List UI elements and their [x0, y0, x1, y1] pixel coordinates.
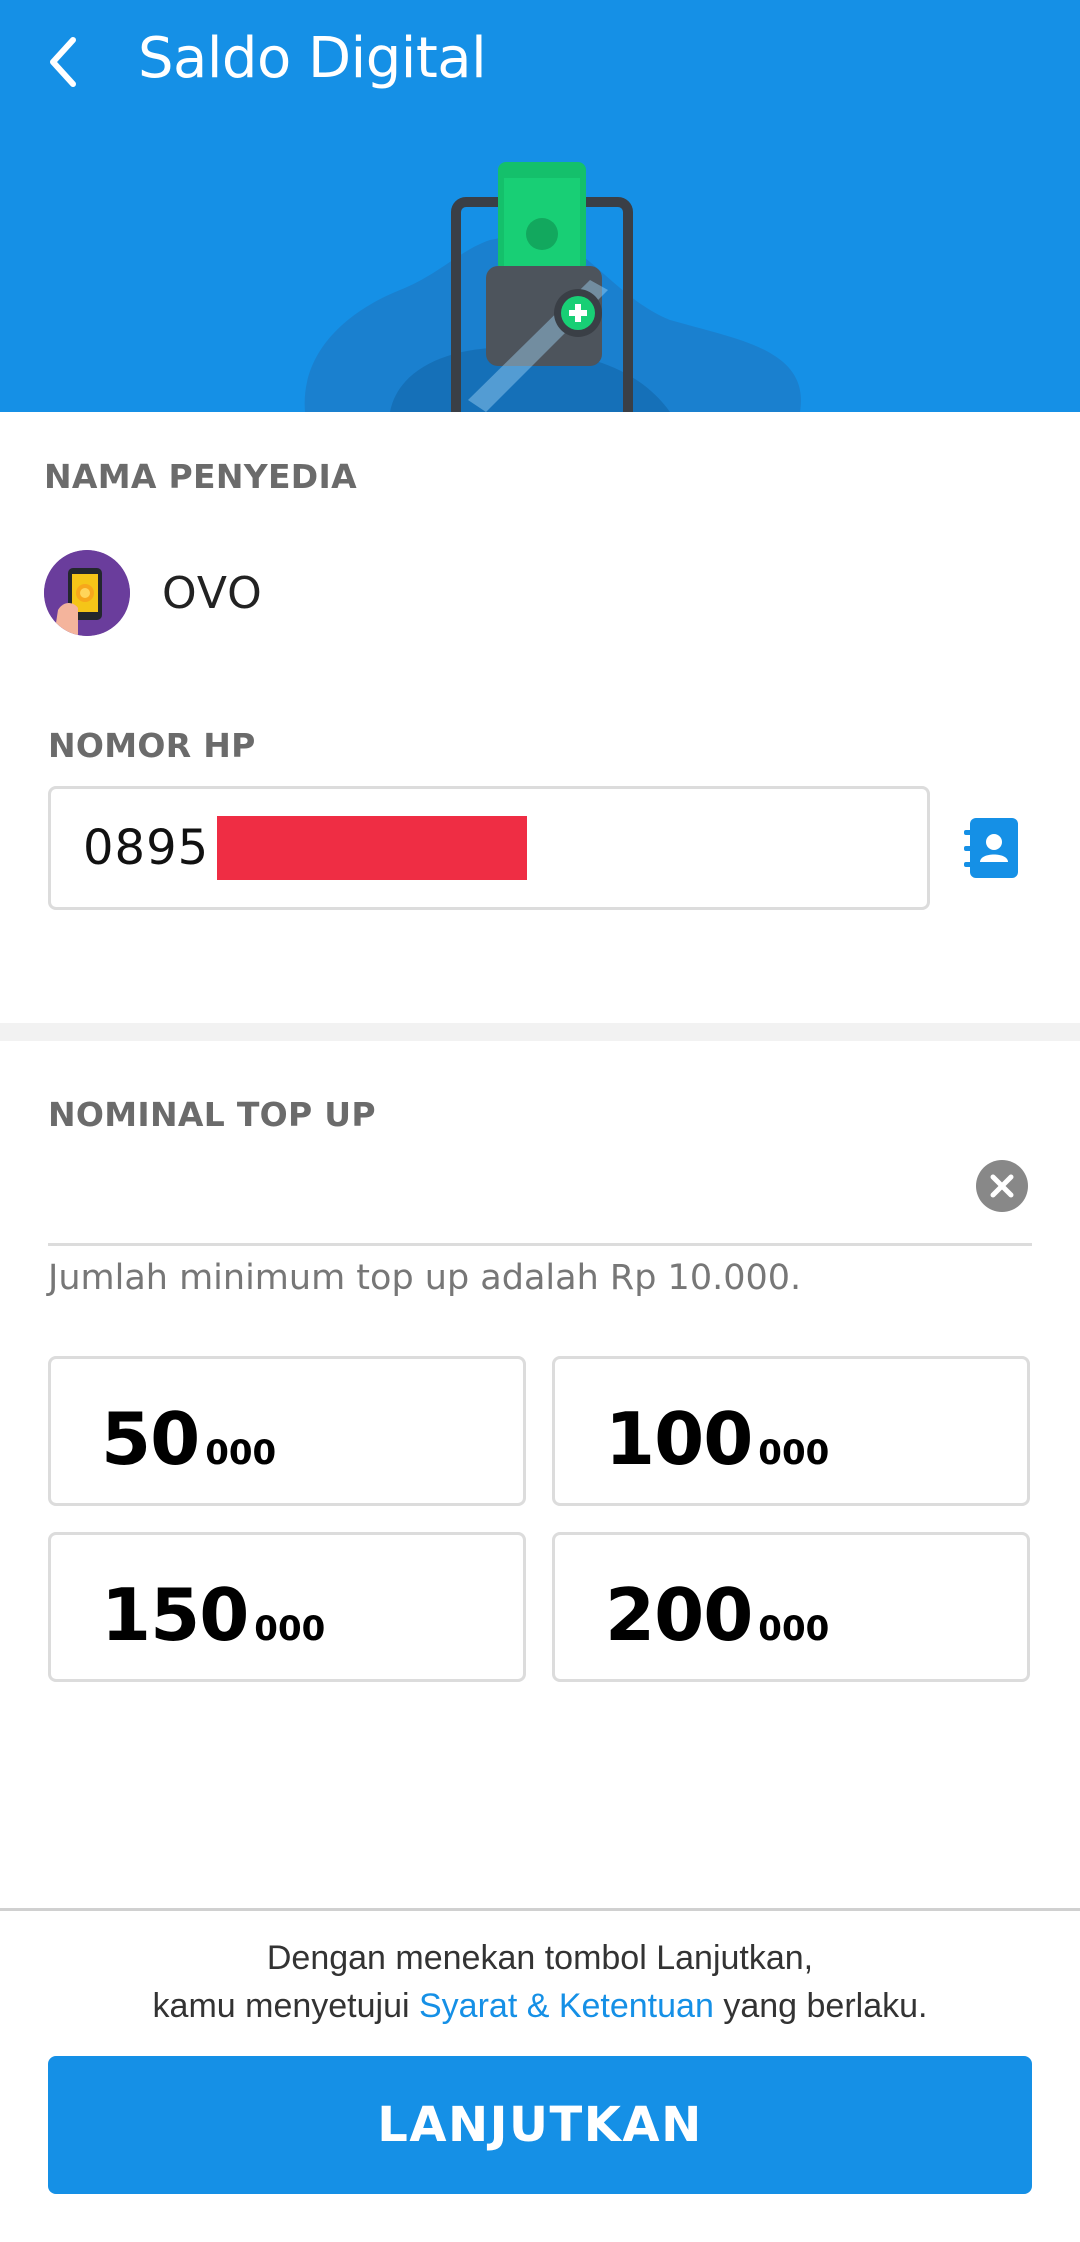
footer-divider	[0, 1908, 1080, 1911]
clear-icon	[990, 1174, 1014, 1198]
nominal-label: NOMINAL TOP UP	[48, 1095, 376, 1134]
terms-link[interactable]: Syarat & Ketentuan	[419, 1987, 714, 2025]
contact-book-icon	[964, 818, 1018, 878]
back-arrow-icon	[50, 37, 76, 87]
amount-option-50000[interactable]: 50 000	[48, 1356, 526, 1506]
section-divider	[0, 1023, 1080, 1041]
phone-number-input[interactable]: 0895	[48, 786, 930, 910]
header-banner: Saldo Digital	[0, 0, 1080, 412]
phone-number-value: 0895	[83, 820, 210, 876]
amount-option-100000[interactable]: 100 000	[552, 1356, 1030, 1506]
ovo-logo-icon	[44, 550, 130, 636]
phone-label: NOMOR HP	[48, 726, 256, 765]
terms-line-1: Dengan menekan tombol Lanjutkan,	[266, 1939, 814, 1977]
amount-options: 50 000 100 000 150 000 200 000	[48, 1356, 1032, 1682]
contact-picker-button[interactable]	[962, 816, 1020, 880]
provider-name: OVO	[162, 567, 263, 619]
page-title: Saldo Digital	[138, 26, 487, 91]
amount-main: 100	[605, 1397, 753, 1481]
clear-button[interactable]	[976, 1160, 1028, 1212]
wallet-topup-illustration	[304, 162, 801, 412]
amount-thousands: 000	[205, 1433, 277, 1473]
back-button[interactable]	[28, 22, 98, 102]
amount-main: 200	[605, 1573, 753, 1657]
provider-label: NAMA PENYEDIA	[44, 457, 357, 496]
amount-thousands: 000	[758, 1609, 830, 1649]
continue-button[interactable]: LANJUTKAN	[48, 2056, 1032, 2194]
amount-option-150000[interactable]: 150 000	[48, 1532, 526, 1682]
amount-main: 50	[101, 1397, 200, 1481]
redacted-block	[217, 816, 528, 880]
minimum-topup-hint: Jumlah minimum top up adalah Rp 10.000.	[48, 1258, 802, 1298]
amount-thousands: 000	[758, 1433, 830, 1473]
terms-suffix: yang berlaku.	[713, 1987, 928, 2025]
terms-notice: Dengan menekan tombol Lanjutkan, kamu me…	[0, 1934, 1080, 2030]
terms-line-2: kamu menyetujui Syarat & Ketentuan yang …	[0, 1982, 1080, 2030]
amount-option-200000[interactable]: 200 000	[552, 1532, 1030, 1682]
amount-main: 150	[101, 1573, 249, 1657]
terms-prefix: kamu menyetujui	[152, 1987, 419, 2025]
nominal-input-underline[interactable]	[48, 1243, 1032, 1246]
amount-thousands: 000	[254, 1609, 326, 1649]
provider-row: OVO	[44, 548, 263, 638]
